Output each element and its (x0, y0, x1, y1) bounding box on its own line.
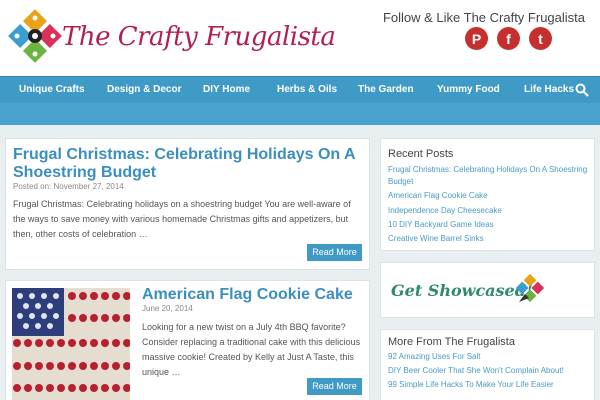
facebook-icon[interactable]: f (497, 27, 520, 50)
post-title[interactable]: Frugal Christmas: Celebrating Holidays O… (13, 146, 365, 182)
follow-text: Follow & Like The Crafty Frugalista (382, 10, 585, 25)
nav-item-life-hacks[interactable]: Life Hacks (524, 77, 574, 103)
nav-item-yummy-food[interactable]: Yummy Food (437, 77, 500, 103)
flag-cookie-cake-image[interactable] (12, 288, 130, 400)
showcase-text[interactable]: Get Showcased! (391, 281, 533, 300)
nav-item-herbs-oils[interactable]: Herbs & Oils (277, 77, 337, 103)
nav-item-unique-crafts[interactable]: Unique Crafts (19, 77, 85, 103)
recent-posts-heading: Recent Posts (388, 148, 454, 160)
pinterest-icon[interactable]: P (465, 27, 488, 50)
date-prefix: Posted on: (13, 182, 52, 191)
read-more-button[interactable]: Read More (307, 378, 362, 395)
post-date: June 20, 2014 (142, 304, 193, 313)
recent-post-link[interactable]: Independence Day Cheesecake (388, 205, 588, 217)
logo-icon[interactable] (7, 8, 63, 64)
nav-item-the-garden[interactable]: The Garden (358, 77, 414, 103)
recent-post-link[interactable]: Frugal Christmas: Celebrating Holidays O… (388, 164, 588, 188)
read-more-button[interactable]: Read More (307, 244, 362, 261)
date-value: November 27, 2014 (53, 182, 124, 191)
site-header: The Crafty Frugalista Follow & Like The … (0, 0, 600, 76)
post-title[interactable]: American Flag Cookie Cake (142, 286, 362, 304)
nav-item-design-decor[interactable]: Design & Decor (107, 77, 181, 103)
recent-post-link[interactable]: Creative Wine Barrel Sinks (388, 233, 588, 245)
search-icon[interactable] (574, 82, 590, 98)
nav-band (0, 103, 600, 125)
more-from-link[interactable]: 99 Simple Life Hacks To Make Your Life E… (388, 379, 588, 391)
more-from-heading: More From The Frugalista (388, 336, 515, 348)
nav-item-diy-home[interactable]: DIY Home (203, 77, 250, 103)
post-excerpt: Looking for a new twist on a July 4th BB… (142, 322, 361, 377)
main-nav: Unique Crafts Design & Decor DIY Home He… (0, 76, 600, 103)
twitter-icon[interactable]: t (529, 27, 552, 50)
post-excerpt: Frugal Christmas: Celebrating holidays o… (13, 199, 351, 239)
more-from-link[interactable]: 92 Amazing Uses For Salt (388, 351, 588, 363)
pencil-badge-icon (515, 273, 545, 303)
more-from-link[interactable]: DIY Beer Cooler That She Won't Complain … (388, 365, 588, 377)
site-title[interactable]: The Crafty Frugalista (62, 22, 336, 52)
recent-post-link[interactable]: American Flag Cookie Cake (388, 190, 588, 202)
post-date: Posted on: November 27, 2014 (13, 182, 124, 191)
recent-post-link[interactable]: 10 DIY Backyard Game Ideas (388, 219, 588, 231)
